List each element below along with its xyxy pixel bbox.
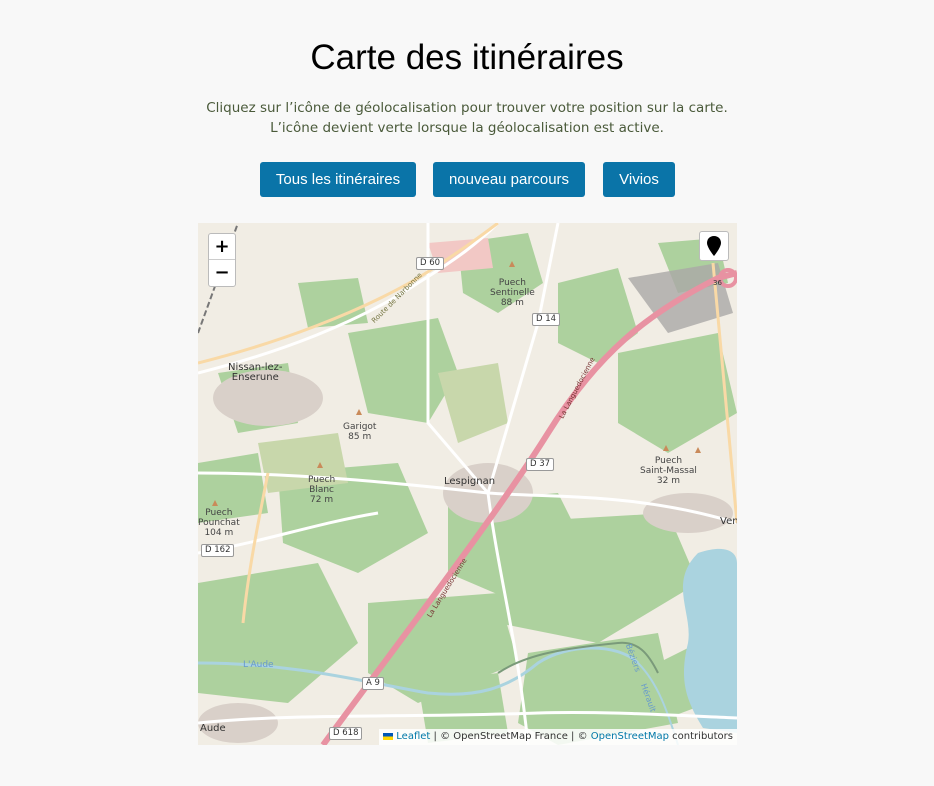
- place-puech-saint-massal: Puech Saint-Massal 32 m: [640, 456, 697, 486]
- place-garigot: Garigot 85 m: [343, 422, 377, 442]
- place-lespignan: Lespignan: [444, 476, 496, 487]
- intro-text: Cliquez sur l’icône de géolocalisation p…: [206, 100, 728, 136]
- place-puech-pounchat: Puech Pounchat 104 m: [198, 508, 240, 538]
- road-a9: A 9: [362, 677, 384, 690]
- map-attribution: Leaflet | © OpenStreetMap France | © Ope…: [379, 729, 737, 745]
- route-map[interactable]: Nissan-lez- Enserune Lespignan Garigot 8…: [198, 223, 737, 745]
- road-d14: D 14: [532, 313, 561, 326]
- road-d162: D 162: [201, 544, 235, 557]
- road-d37: D 37: [526, 458, 555, 471]
- map-marker-icon: [707, 236, 721, 256]
- attribution-end: contributors: [669, 731, 733, 742]
- place-nissan: Nissan-lez- Enserune: [228, 362, 283, 383]
- all-routes-button[interactable]: Tous les itinéraires: [260, 162, 416, 197]
- road-d60: D 60: [416, 257, 445, 270]
- attribution-text: | © OpenStreetMap France | ©: [430, 731, 591, 742]
- place-puech-blanc: Puech Blanc 72 m: [308, 475, 336, 505]
- river-aude: L'Aude: [243, 660, 274, 670]
- place-puech-sentinelle: Puech Sentinelle 88 m: [490, 278, 535, 308]
- leaflet-link[interactable]: Leaflet: [396, 731, 430, 742]
- zoom-control: + −: [208, 233, 236, 287]
- page-title: Carte des itinéraires: [310, 38, 624, 77]
- vivios-button[interactable]: Vivios: [603, 162, 675, 197]
- place-aude: Aude: [200, 723, 226, 734]
- road-d618: D 618: [329, 727, 363, 740]
- geolocate-button[interactable]: [699, 231, 729, 261]
- ukraine-flag-icon: [383, 732, 394, 740]
- place-ven: Ven: [720, 516, 737, 527]
- zoom-out-button[interactable]: −: [209, 260, 235, 286]
- new-route-button[interactable]: nouveau parcours: [433, 162, 585, 197]
- road-36: 36: [713, 279, 722, 287]
- osm-link[interactable]: OpenStreetMap: [591, 731, 669, 742]
- zoom-in-button[interactable]: +: [209, 234, 235, 260]
